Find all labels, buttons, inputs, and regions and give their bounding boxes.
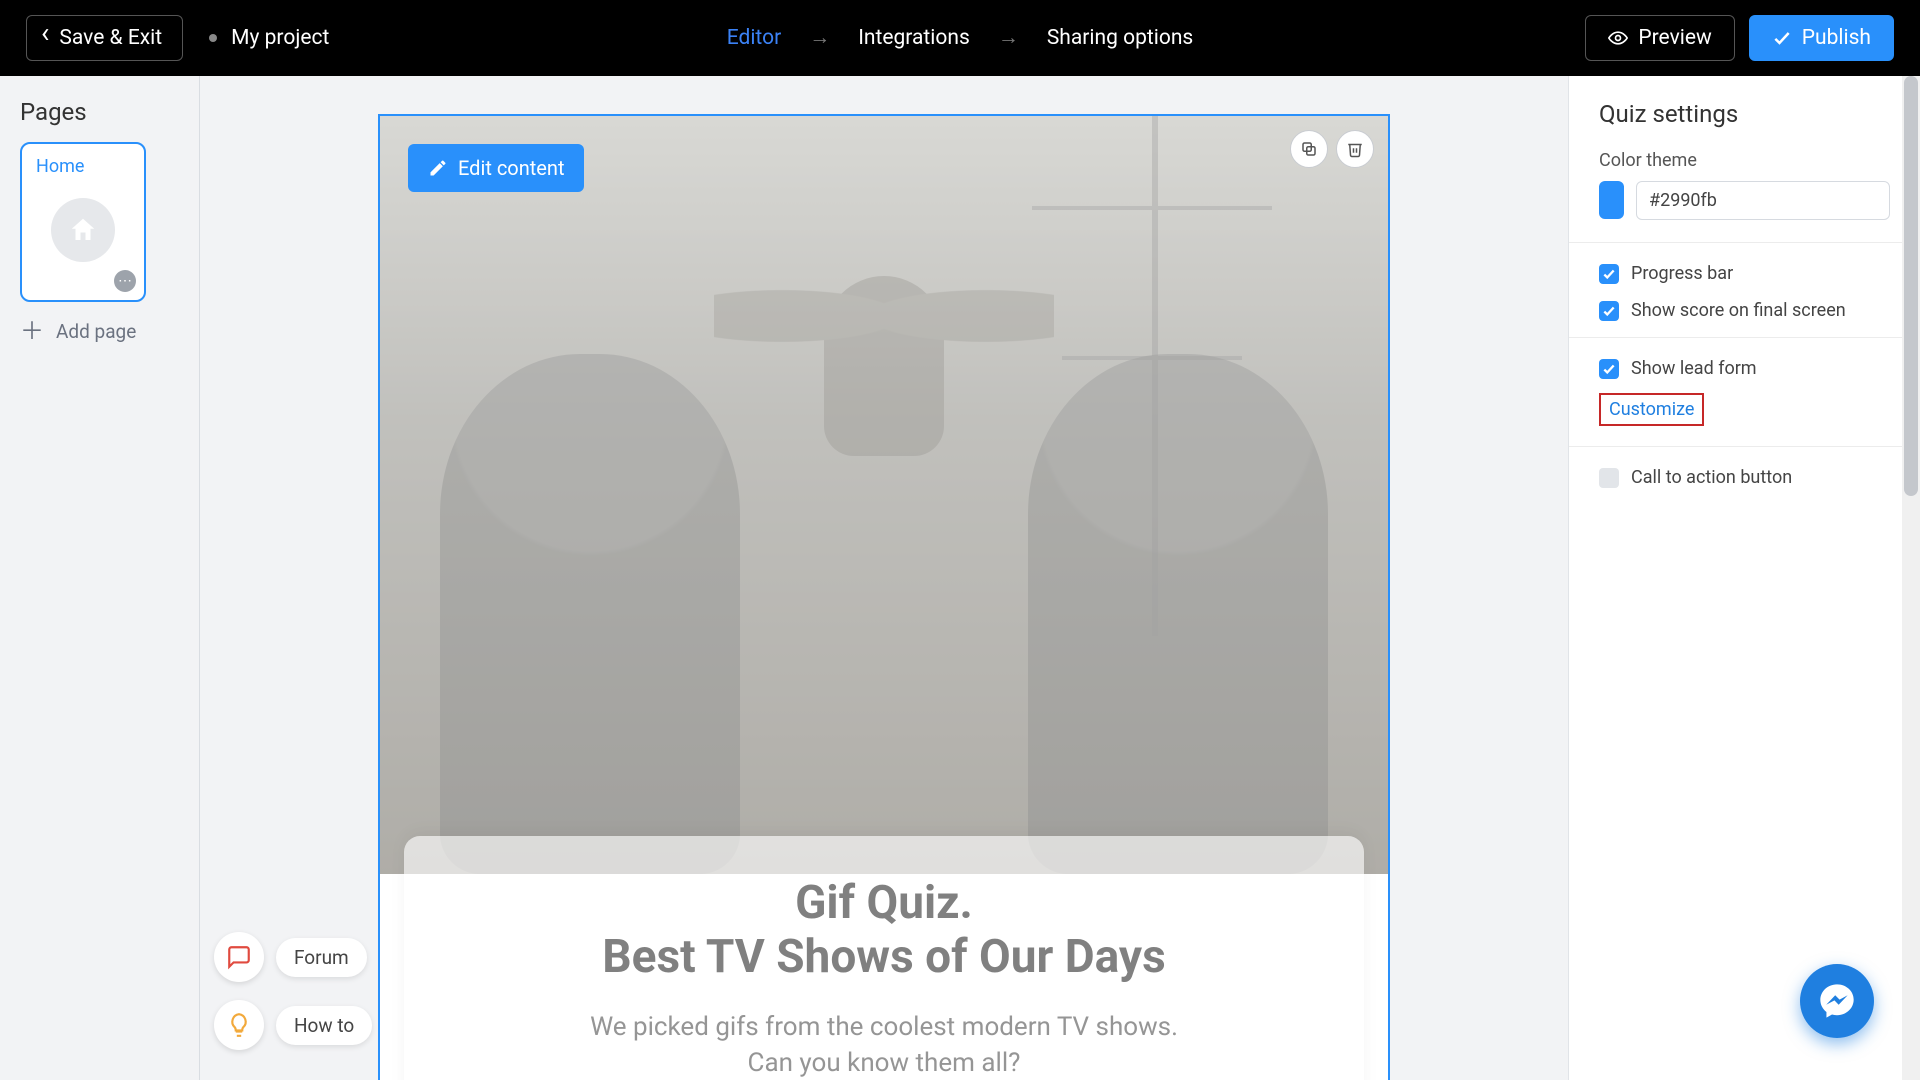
delete-button[interactable] <box>1336 130 1374 168</box>
divider <box>1569 446 1920 447</box>
add-page-button[interactable]: ＋ Add page <box>20 320 179 343</box>
duplicate-button[interactable] <box>1290 130 1328 168</box>
show-score-label: Show score on final screen <box>1631 300 1846 321</box>
arrow-right-icon: → <box>809 26 830 50</box>
trash-icon <box>1346 140 1364 158</box>
color-input[interactable] <box>1636 181 1890 220</box>
unsaved-dot-icon <box>209 34 217 42</box>
show-lead-checkbox[interactable]: Show lead form <box>1599 358 1890 379</box>
save-exit-label: Save & Exit <box>59 26 162 50</box>
quiz-title: Gif Quiz. Best TV Shows of Our Days <box>454 876 1314 985</box>
edit-content-button[interactable]: Edit content <box>408 144 584 192</box>
nav-steps: Editor → Integrations → Sharing options <box>727 26 1194 50</box>
color-theme-row <box>1599 181 1890 220</box>
editor-canvas[interactable]: Edit content Gif Quiz. Best TV Shows of … <box>200 76 1568 1080</box>
block-tools <box>1290 130 1374 168</box>
color-theme-label: Color theme <box>1599 150 1890 171</box>
publish-button[interactable]: Publish <box>1749 15 1894 61</box>
home-icon-circle <box>51 198 115 262</box>
cta-label: Call to action button <box>1631 467 1792 488</box>
customize-link[interactable]: Customize <box>1609 399 1694 420</box>
quiz-cover-image <box>380 116 1388 874</box>
divider <box>1569 337 1920 338</box>
cta-checkbox[interactable]: Call to action button <box>1599 467 1890 488</box>
quiz-title-line1: Gif Quiz. <box>795 876 973 930</box>
nav-integrations[interactable]: Integrations <box>858 26 970 50</box>
check-icon <box>1772 28 1792 48</box>
nav-editor[interactable]: Editor <box>727 26 781 50</box>
color-swatch[interactable] <box>1599 181 1624 219</box>
pages-sidebar: Pages Home ⋯ ＋ Add page <box>0 76 200 1080</box>
publish-label: Publish <box>1802 26 1871 50</box>
quiz-title-line2: Best TV Shows of Our Days <box>602 930 1165 984</box>
settings-title: Quiz settings <box>1599 100 1890 128</box>
top-bar: Save & Exit My project Editor → Integrat… <box>0 0 1920 76</box>
show-score-checkbox[interactable]: Show score on final screen <box>1599 300 1890 321</box>
messenger-button[interactable] <box>1800 964 1874 1038</box>
quiz-block[interactable]: Edit content Gif Quiz. Best TV Shows of … <box>378 114 1390 1080</box>
edit-content-label: Edit content <box>458 156 564 180</box>
quiz-subtitle-line2: Can you know them all? <box>748 1048 1021 1078</box>
pencil-icon <box>428 158 448 178</box>
show-lead-label: Show lead form <box>1631 358 1757 379</box>
page-thumb-home[interactable]: Home ⋯ <box>20 142 146 302</box>
add-page-label: Add page <box>56 320 136 343</box>
checkbox-unchecked-icon <box>1599 468 1619 488</box>
figure-left <box>440 354 740 874</box>
project-name-label: My project <box>231 26 329 50</box>
project-name[interactable]: My project <box>209 26 329 50</box>
eye-icon <box>1608 28 1628 48</box>
quiz-subtitle-line1: We picked gifs from the coolest modern T… <box>590 1012 1178 1042</box>
figure-right <box>1028 354 1328 874</box>
page-thumb-label: Home <box>36 156 130 177</box>
checkbox-checked-icon <box>1599 359 1619 379</box>
figure-mast <box>1152 116 1158 636</box>
arrow-right-icon: → <box>998 26 1019 50</box>
pages-title: Pages <box>20 98 179 126</box>
home-icon <box>68 215 98 245</box>
chevron-left-icon <box>41 26 49 50</box>
preview-button[interactable]: Preview <box>1585 15 1734 61</box>
messenger-icon <box>1817 981 1857 1021</box>
page-more-button[interactable]: ⋯ <box>114 270 136 292</box>
save-exit-button[interactable]: Save & Exit <box>26 15 183 61</box>
topbar-actions: Preview Publish <box>1585 15 1894 61</box>
divider <box>1569 242 1920 243</box>
customize-highlight: Customize <box>1599 393 1704 426</box>
checkbox-checked-icon <box>1599 264 1619 284</box>
quiz-intro-card: Gif Quiz. Best TV Shows of Our Days We p… <box>404 836 1364 1080</box>
progress-bar-label: Progress bar <box>1631 263 1733 284</box>
scrollbar[interactable] <box>1902 76 1920 1080</box>
quiz-subtitle: We picked gifs from the coolest modern T… <box>454 1009 1314 1080</box>
copy-icon <box>1300 140 1318 158</box>
progress-bar-checkbox[interactable]: Progress bar <box>1599 263 1890 284</box>
checkbox-checked-icon <box>1599 301 1619 321</box>
figure-center <box>774 236 994 496</box>
settings-panel: Quiz settings Color theme Progress bar S… <box>1568 76 1920 1080</box>
nav-sharing[interactable]: Sharing options <box>1047 26 1193 50</box>
scrollbar-thumb[interactable] <box>1904 76 1918 496</box>
preview-label: Preview <box>1638 26 1711 50</box>
